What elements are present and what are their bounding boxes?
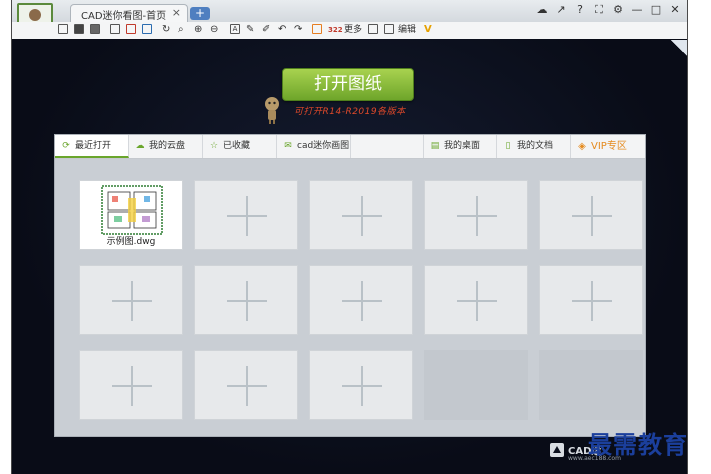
edit-icon[interactable] (384, 23, 395, 37)
watermark-text: 最需教育 (588, 430, 688, 459)
plus-icon (246, 281, 248, 321)
refresh-icon: ⟳ (62, 141, 70, 151)
tab-label: VIP专区 (591, 141, 627, 152)
page-corner-icon[interactable] (671, 40, 687, 56)
tab-documents[interactable]: ▯ 我的文档 (497, 135, 571, 158)
maximize-button[interactable]: □ (650, 3, 662, 17)
plus-icon (246, 366, 248, 406)
new-tab-button[interactable]: + (190, 7, 210, 20)
empty-slot[interactable] (424, 265, 528, 335)
layers-icon[interactable] (368, 23, 379, 37)
file-name: 示例图.dwg (106, 237, 156, 247)
print-icon[interactable] (110, 23, 121, 37)
close-button[interactable]: ✕ (669, 3, 681, 17)
file-source-tabs: ⟳ 最近打开 ☁ 我的云盘 ☆ 已收藏 ✉ cad迷你画图 ▤ 我的桌面 ▯ 我的文档 ◈ V… (55, 135, 645, 159)
desktop-icon: ▤ (430, 141, 440, 151)
empty-slot[interactable] (309, 265, 413, 335)
file-tile[interactable]: 示例图.dwg (79, 180, 183, 250)
plus-icon (591, 196, 593, 236)
plus-icon (246, 196, 248, 236)
vip-toolbar-icon[interactable]: V (424, 23, 432, 37)
empty-slot[interactable] (79, 265, 183, 335)
plus-icon (591, 281, 593, 321)
empty-slot[interactable] (539, 180, 643, 250)
edit-button[interactable]: 编辑 (398, 23, 416, 37)
document-icon: ▯ (505, 141, 511, 151)
tab-close-button[interactable]: × (172, 6, 181, 19)
tab-cloud[interactable]: ☁ 我的云盘 (129, 135, 203, 158)
open-folder-icon[interactable] (58, 23, 69, 37)
undo-icon[interactable]: ↶ (278, 23, 286, 37)
cloud-sync-icon[interactable]: ☁ (536, 3, 548, 17)
tab-home[interactable]: CAD迷你看图-首页 × (70, 4, 188, 22)
plus-icon (131, 366, 133, 406)
export-icon[interactable] (142, 23, 153, 37)
title-bar: CAD迷你看图-首页 × + ☁ ↗ ? ⛶ ⚙ — □ ✕ (12, 0, 687, 33)
star-icon: ☆ (209, 141, 219, 151)
tab-vip[interactable]: ◈ VIP专区 (571, 135, 645, 158)
drawing-thumbnail (101, 185, 163, 235)
tab-label: 我的文档 (517, 141, 554, 151)
empty-slot[interactable] (194, 180, 298, 250)
brush-icon[interactable]: ✐ (262, 23, 270, 37)
app-window: CAD迷你看图-首页 × + ☁ ↗ ? ⛶ ⚙ — □ ✕ ↻ ⌕ ⊕ ⊖ A… (11, 0, 688, 474)
mascot-icon (265, 97, 279, 124)
open-drawing-button[interactable]: 打开图纸 (282, 68, 414, 101)
window-controls: ☁ ↗ ? ⛶ ⚙ — □ ✕ (536, 3, 681, 17)
tab-label: 已收藏 (223, 141, 251, 151)
plus-icon (476, 281, 478, 321)
plus-icon (131, 281, 133, 321)
plus-icon (476, 196, 478, 236)
empty-slot[interactable] (539, 265, 643, 335)
count-badge[interactable]: 322 (328, 23, 343, 37)
tab-desktop[interactable]: ▤ 我的桌面 (423, 135, 497, 158)
empty-slot[interactable] (194, 265, 298, 335)
more-button[interactable]: 更多 (344, 23, 362, 37)
mail-icon: ✉ (284, 141, 292, 151)
tab-cad-draw[interactable]: ✉ cad迷你画图 (277, 135, 351, 158)
plus-icon (361, 366, 363, 406)
image-icon[interactable] (312, 23, 323, 37)
tab-label: 我的云盘 (149, 141, 186, 151)
empty-slot[interactable] (79, 350, 183, 420)
settings-icon[interactable]: ⚙ (612, 3, 624, 17)
empty-slot[interactable] (309, 180, 413, 250)
zoom-out-icon[interactable]: ⊖ (210, 23, 218, 37)
text-tool-icon[interactable]: A (230, 23, 241, 37)
toolbar: ↻ ⌕ ⊕ ⊖ A ✎ ✐ ↶ ↷ 322 更多 编辑 V (12, 22, 687, 40)
empty-slot[interactable] (424, 180, 528, 250)
empty-slot[interactable] (194, 350, 298, 420)
save-icon[interactable] (74, 23, 85, 37)
save-as-icon[interactable] (90, 23, 101, 37)
fullscreen-icon[interactable]: ⛶ (593, 3, 605, 17)
recent-files-panel: ⟳ 最近打开 ☁ 我的云盘 ☆ 已收藏 ✉ cad迷你画图 ▤ 我的桌面 ▯ 我的文档 ◈ V… (54, 134, 646, 437)
plus-icon (361, 281, 363, 321)
cloud-icon: ☁ (135, 141, 145, 151)
minimize-button[interactable]: — (631, 3, 643, 17)
share-icon[interactable]: ↗ (555, 3, 567, 17)
empty-slot[interactable] (309, 350, 413, 420)
zoom-window-icon[interactable]: ⌕ (178, 23, 184, 37)
tab-label: cad迷你画图 (297, 141, 350, 151)
pdf-icon[interactable] (126, 23, 137, 37)
version-support-text: 可打开R14-R2019各版本 (294, 107, 406, 117)
tab-favorites[interactable]: ☆ 已收藏 (203, 135, 277, 158)
help-icon[interactable]: ? (574, 3, 586, 17)
disabled-slot (539, 350, 643, 420)
tab-title: CAD迷你看图-首页 (81, 11, 167, 22)
disabled-slot (424, 350, 528, 420)
plus-icon (361, 196, 363, 236)
redo-icon[interactable]: ↷ (294, 23, 302, 37)
vip-icon: ◈ (578, 141, 586, 152)
tab-recent[interactable]: ⟳ 最近打开 (55, 135, 129, 158)
tab-label: 我的桌面 (444, 141, 481, 151)
zoom-in-icon[interactable]: ⊕ (194, 23, 202, 37)
rotate-icon[interactable]: ↻ (162, 23, 170, 37)
tab-label: 最近打开 (75, 141, 112, 151)
pencil-icon[interactable]: ✎ (246, 23, 254, 37)
